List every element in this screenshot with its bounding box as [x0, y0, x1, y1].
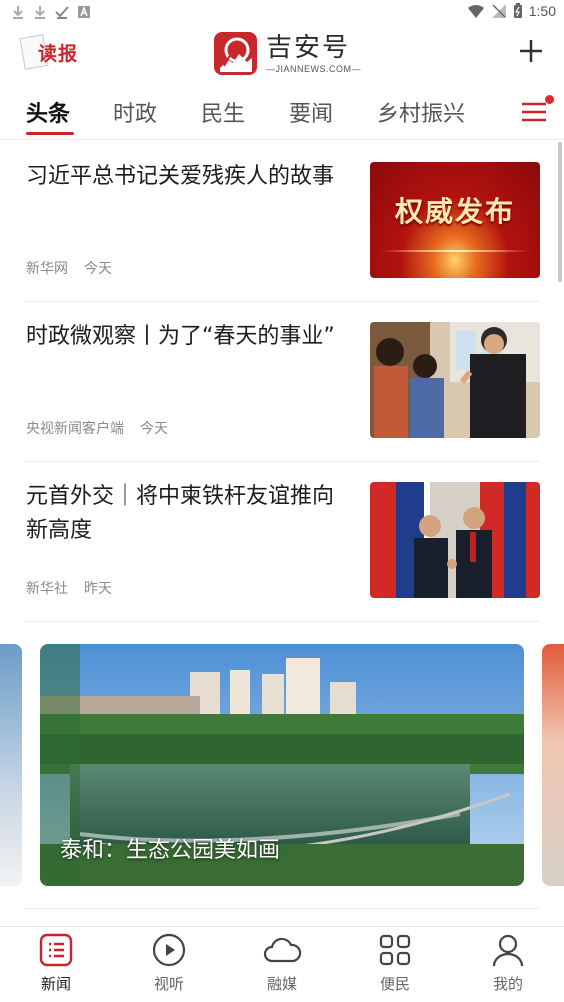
nav-media[interactable]: 视听 [129, 933, 209, 994]
nav-label: 融媒 [266, 975, 297, 993]
brand-title: 吉安号 [266, 33, 351, 63]
news-item[interactable]: 元首外交｜将中柬铁杆友谊推向新高度 新华社 昨天 [26, 462, 540, 622]
nav-label: 我的 [492, 975, 523, 993]
tab-rural-revitalization[interactable]: 乡村振兴 [377, 96, 465, 128]
divider [26, 621, 540, 622]
scrollbar[interactable] [558, 142, 562, 282]
download-icon [35, 6, 45, 19]
nav-convergence[interactable]: 融媒 [242, 933, 322, 994]
tab-politics[interactable]: 时政 [113, 96, 157, 128]
nav-label: 便民 [379, 975, 410, 993]
read-paper-button[interactable]: 读报 [19, 34, 80, 70]
thumbnail-text: 权威发布 [394, 195, 515, 228]
notification-dot [545, 95, 554, 104]
grid-icon [379, 934, 411, 966]
news-thumbnail[interactable] [370, 322, 540, 438]
add-icon[interactable] [518, 38, 544, 64]
app-header: 读报 吉安号 —JIANNEWS.COM— [0, 24, 564, 86]
app-notification-icon [78, 5, 90, 18]
news-time: 昨天 [84, 581, 112, 597]
nav-services[interactable]: 便民 [355, 933, 435, 994]
active-tab-indicator [26, 132, 74, 135]
news-thumbnail[interactable]: 权威发布 [370, 162, 540, 278]
news-time: 今天 [140, 421, 168, 437]
nav-profile[interactable]: 我的 [468, 933, 548, 994]
news-item[interactable]: 习近平总书记关爱残疾人的故事 新华网 今天 权威发布 [26, 142, 540, 302]
download-icon [13, 6, 23, 19]
wifi-icon [467, 4, 484, 18]
nav-label: 新闻 [40, 975, 71, 993]
tab-news[interactable]: 要闻 [289, 96, 333, 128]
brand-logo: 吉安号 —JIANNEWS.COM— [214, 32, 361, 75]
check-icon [55, 6, 69, 19]
play-circle-icon [152, 933, 186, 967]
menu-icon[interactable] [520, 98, 548, 126]
notification-icons [10, 4, 92, 20]
category-tabs: 头条 时政 民生 要闻 乡村振兴 [0, 88, 564, 140]
carousel-slide[interactable]: 泰和：生态公园美如画 [40, 644, 524, 886]
news-list-icon [39, 933, 73, 967]
tab-headlines[interactable]: 头条 [26, 96, 70, 128]
battery-icon [513, 3, 522, 18]
news-title[interactable]: 元首外交｜将中柬铁杆友谊推向新高度 [26, 480, 348, 548]
status-bar: 1:50 [0, 0, 564, 24]
status-time: 1:50 [528, 3, 556, 19]
nav-news[interactable]: 新闻 [16, 933, 96, 994]
nav-label: 视听 [153, 975, 184, 993]
news-item[interactable]: 时政微观察丨为了“春天的事业” 央视新闻客户端 今天 [26, 302, 540, 462]
divider [26, 908, 540, 909]
news-time: 今天 [84, 261, 112, 277]
brand-subtitle: —JIANNEWS.COM— [266, 64, 362, 74]
news-source: 央视新闻客户端 [26, 421, 124, 437]
photo-carousel[interactable]: 泰和：生态公园美如画 [0, 644, 564, 886]
read-paper-label: 读报 [38, 43, 79, 65]
person-icon [492, 934, 524, 967]
signal-off-icon [491, 4, 506, 18]
news-source: 新华网 [26, 261, 68, 277]
news-title[interactable]: 习近平总书记关爱残疾人的故事 [26, 160, 348, 194]
carousel-prev-slide[interactable] [0, 644, 22, 886]
news-title[interactable]: 时政微观察丨为了“春天的事业” [26, 320, 348, 354]
bottom-nav: 新闻 视听 融媒 便民 我的 [0, 926, 564, 1002]
carousel-caption: 泰和：生态公园美如画 [60, 838, 281, 863]
news-thumbnail[interactable] [370, 482, 540, 598]
brand-logo-icon [214, 32, 257, 75]
cloud-icon [263, 937, 302, 963]
tab-livelihood[interactable]: 民生 [201, 96, 245, 128]
news-source: 新华社 [26, 581, 68, 597]
carousel-next-slide[interactable] [542, 644, 564, 886]
